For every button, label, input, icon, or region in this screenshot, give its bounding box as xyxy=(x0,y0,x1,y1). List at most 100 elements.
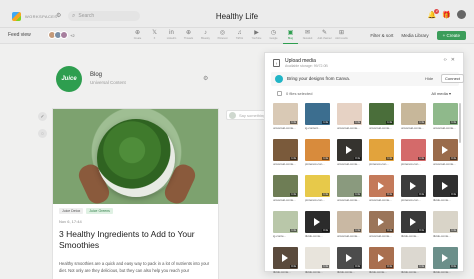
hide-button[interactable]: Hide xyxy=(425,76,433,81)
media-tile[interactable]: 1:4s pinterest-con... xyxy=(401,139,426,169)
image-thumbnail: 1:4s xyxy=(273,139,298,161)
media-tile[interactable]: 1:4s universal-conte... xyxy=(337,211,362,241)
media-filename: pinterest-con... xyxy=(369,162,389,166)
media-tile[interactable]: 0:4s universal-conte... xyxy=(337,139,362,169)
video-thumbnail: 0:4s xyxy=(433,139,458,161)
media-filename: universal-conte... xyxy=(401,126,424,130)
tab-channel[interactable]: ⊕ Threads xyxy=(181,28,196,44)
media-tile[interactable]: 0:4s tiktok-conte... xyxy=(401,211,426,241)
media-tile[interactable]: 1:4s ig-content... xyxy=(305,103,330,133)
tab-channel[interactable]: ◷ Google xyxy=(266,28,281,44)
tab-channel[interactable]: ⊞ Add results xyxy=(334,28,349,44)
media-tile[interactable]: 1:4s tiktok-conte... xyxy=(401,247,426,277)
tab-channel[interactable]: ✉ Newslett xyxy=(300,28,315,44)
media-filename: universal-conte... xyxy=(433,162,456,166)
media-tile[interactable]: 1:4s pinterest-con... xyxy=(305,139,330,169)
post-title: 3 Healthy Ingredients to Add to Your Smo… xyxy=(59,229,195,250)
media-tile[interactable]: 0:4s tiktok-conte... xyxy=(433,247,458,277)
media-tile[interactable]: 1:4s universal-conte... xyxy=(337,175,362,205)
post-tag[interactable]: Juice Greens xyxy=(86,208,113,214)
media-tile[interactable]: 0:4s universal-conte... xyxy=(433,139,458,169)
media-tile[interactable]: 1:4s tiktok-conte... xyxy=(305,247,330,277)
media-tile[interactable]: 1:4s universal-conte... xyxy=(273,139,298,169)
media-tile[interactable]: 1:4s universal-conte... xyxy=(369,103,394,133)
media-tile[interactable]: 0:4s pinterest-con... xyxy=(401,175,426,205)
tab-channel[interactable]: ▣ Blog xyxy=(283,28,298,44)
select-all-checkbox[interactable] xyxy=(277,91,282,96)
search-input[interactable]: ⌕ Search xyxy=(68,11,140,21)
video-thumbnail: 0:4s xyxy=(369,211,394,233)
post-card[interactable]: Juice Detox Juice Greens Nov 6, 17:44 3 … xyxy=(52,108,219,279)
media-tile[interactable]: 0:4s tiktok-conte... xyxy=(337,247,362,277)
media-duration: 0:4s xyxy=(418,193,425,196)
media-filename: pinterest-con... xyxy=(305,162,325,166)
user-avatar[interactable] xyxy=(457,10,466,19)
media-filename: universal-conte... xyxy=(337,126,360,130)
media-duration: 0:4s xyxy=(354,265,361,268)
media-duration: 1:4s xyxy=(290,193,297,196)
media-tile[interactable]: 0:4s tiktok-conte... xyxy=(433,175,458,205)
bell-icon[interactable]: 🔔 2 xyxy=(428,8,440,19)
media-tile[interactable]: 0:4s tiktok-conte... xyxy=(273,247,298,277)
comment-icon[interactable]: ◌ xyxy=(38,129,47,138)
gear-icon[interactable]: ⚙ xyxy=(56,12,61,19)
workspaces-label[interactable]: WORKSPACES xyxy=(25,14,57,19)
media-tile[interactable]: 1:4s tiktok-conte... xyxy=(433,211,458,241)
media-filename: ig-content... xyxy=(305,126,321,130)
tab-channel[interactable]: ♫ TikTok xyxy=(232,28,247,44)
media-duration: 0:4s xyxy=(386,229,393,232)
tab-channel[interactable]: ♪ Bluesky xyxy=(198,28,213,44)
close-icon[interactable]: ✕ xyxy=(451,57,455,63)
image-thumbnail: 1:4s xyxy=(305,175,330,197)
tab-channel[interactable]: ⊕ Create xyxy=(130,28,145,44)
play-icon xyxy=(378,254,384,262)
feed-view-dropdown[interactable]: Feed view xyxy=(8,32,31,38)
media-tile[interactable]: 0:4s universal-conte... xyxy=(369,175,394,205)
media-tile[interactable]: 1:4s pinterest-con... xyxy=(369,139,394,169)
media-tile[interactable]: 0:4s universal-conte... xyxy=(369,211,394,241)
team-avatars[interactable]: +2 xyxy=(48,31,75,39)
media-filter-select[interactable]: All media ▾ xyxy=(431,91,451,96)
connect-button[interactable]: Connect xyxy=(441,74,464,83)
check-icon[interactable]: ✓ xyxy=(38,112,47,121)
tab-channel[interactable]: ✎ Add channel xyxy=(317,28,332,44)
image-thumbnail: 1:4s xyxy=(433,103,458,125)
play-icon xyxy=(378,182,384,190)
video-thumbnail: 0:4s xyxy=(401,175,426,197)
media-tile[interactable]: 1:4s pinterest-con... xyxy=(305,175,330,205)
create-button[interactable]: + Create xyxy=(436,31,466,40)
image-thumbnail: 1:4s xyxy=(337,175,362,197)
scrollbar[interactable] xyxy=(459,103,461,143)
app-logo[interactable] xyxy=(12,12,21,21)
channel-tabs: ⊕ Create 𝕏 Xin LinkedIn ⊕ Threads ♪ Bluesky ◎ Pint… xyxy=(130,28,349,44)
channel-icon: ⊕ xyxy=(185,30,192,36)
channel-label: Pinterest xyxy=(217,37,228,40)
media-tile[interactable]: 1:4s ig-conte... xyxy=(273,211,298,241)
media-tile[interactable]: 1:4s universal-conte... xyxy=(401,103,426,133)
tab-channel[interactable]: 𝕏X xyxy=(147,28,162,44)
search-icon: ⌕ xyxy=(72,12,76,19)
media-filename: tiktok-conte... xyxy=(369,270,387,274)
media-duration: 1:4s xyxy=(354,229,361,232)
media-tile[interactable]: 0:4s tiktok-conte... xyxy=(369,247,394,277)
media-library-button[interactable]: Media Library xyxy=(401,33,428,38)
tab-channel[interactable]: in LinkedIn xyxy=(164,28,179,44)
tab-channel[interactable]: ◎ Pinterest xyxy=(215,28,230,44)
media-tile[interactable]: 0:4s tiktok-conte... xyxy=(305,211,330,241)
play-icon xyxy=(442,254,448,262)
media-tile[interactable]: 1:4s universal-conte... xyxy=(273,175,298,205)
filter-sort-button[interactable]: Filter & sort xyxy=(370,33,393,38)
media-tile[interactable]: 1:4s universal-conte... xyxy=(433,103,458,133)
media-tile[interactable]: 1:4s universal-conte... xyxy=(273,103,298,133)
settings-icon[interactable]: ⚙ xyxy=(203,75,208,82)
play-icon xyxy=(346,146,352,154)
channel-icon: ✎ xyxy=(321,30,328,36)
media-tile[interactable]: 1:4s universal-conte... xyxy=(337,103,362,133)
post-tag[interactable]: Juice Detox xyxy=(59,208,84,214)
image-thumbnail: 1:4s xyxy=(337,211,362,233)
tab-channel[interactable]: ▶ YouTube xyxy=(249,28,264,44)
collapse-icon[interactable]: ‹› xyxy=(443,57,446,63)
gift-icon[interactable]: 🎁 xyxy=(442,11,451,19)
media-duration: 1:4s xyxy=(450,229,457,232)
play-icon xyxy=(282,254,288,262)
